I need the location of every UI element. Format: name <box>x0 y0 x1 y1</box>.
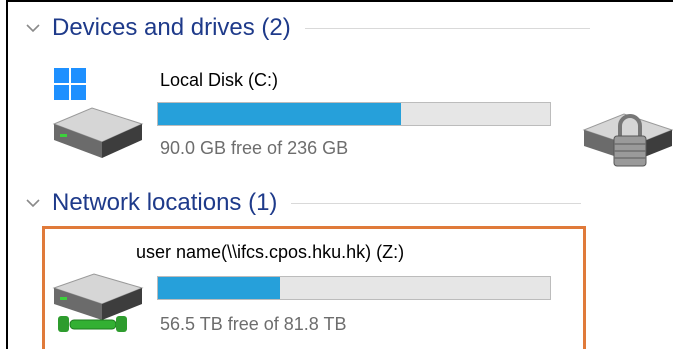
group-divider <box>304 27 590 29</box>
drive-name: Local Disk (C:) <box>160 70 279 90</box>
drive-local-disk-c[interactable]: Local Disk (C:) 90.0 GB free of 236 GB <box>50 62 560 172</box>
drive-usage-fill <box>158 277 280 299</box>
drive-network-z[interactable]: user name(\\ifcs.cpos.hku.hk) (Z:) 56.5 … <box>50 236 560 349</box>
group-header-network[interactable]: Network locations (1) <box>22 186 582 220</box>
group-title: Devices and drives (2) <box>52 14 291 41</box>
network-drive-icon <box>52 273 144 332</box>
locked-drive-icon[interactable] <box>580 102 673 172</box>
windows-drive-icon <box>52 68 144 158</box>
group-divider <box>291 202 582 204</box>
chevron-down-icon[interactable] <box>22 192 44 214</box>
frame-border-left <box>6 0 8 349</box>
drive-name: user name(\\ifcs.cpos.hku.hk) (Z:) <box>136 242 405 262</box>
chevron-down-icon[interactable] <box>22 17 44 39</box>
drive-free-space: 90.0 GB free of 236 GB <box>160 138 349 158</box>
drive-free-space: 56.5 TB free of 81.8 TB <box>160 314 347 334</box>
frame-border-top <box>6 0 673 2</box>
drive-usage-fill <box>158 103 402 125</box>
drive-usage-bar <box>157 102 551 126</box>
group-title: Network locations (1) <box>52 189 278 216</box>
drive-usage-bar <box>157 276 551 300</box>
group-header-devices[interactable]: Devices and drives (2) <box>22 11 590 45</box>
